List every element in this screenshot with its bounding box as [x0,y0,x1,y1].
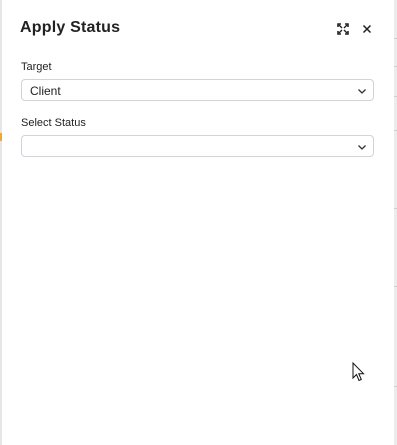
chevron-down-icon [358,89,366,94]
mouse-pointer-icon [352,362,365,382]
target-label: Target [21,61,52,73]
dialog-header: Apply Status [20,19,376,41]
dialog-title: Apply Status [20,19,121,36]
target-select[interactable]: Client [21,79,374,101]
expand-button[interactable] [334,20,352,38]
apply-status-dialog: Apply Status Target Client Select Status [2,0,394,445]
close-icon [362,24,372,34]
status-select[interactable] [21,135,374,157]
screen: Apply Status Target Client Select Status [0,0,397,445]
select-status-label: Select Status [21,117,86,129]
expand-icon [337,23,349,35]
chevron-down-icon [358,145,366,150]
target-select-value: Client [30,84,61,98]
close-button[interactable] [358,20,376,38]
